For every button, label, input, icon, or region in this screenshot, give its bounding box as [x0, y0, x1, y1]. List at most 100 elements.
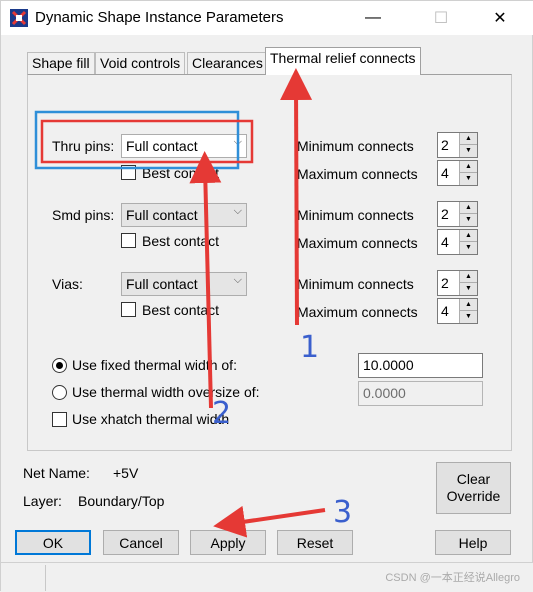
vias-best-contact-label: Best contact: [142, 302, 220, 318]
spin-down-icon[interactable]: ▼: [460, 283, 477, 295]
app-icon: [10, 9, 28, 27]
tab-label: Thermal relief connects: [270, 50, 416, 66]
spinner-buttons: ▲ ▼: [459, 161, 477, 185]
apply-label: Apply: [210, 534, 246, 551]
vias-best-contact-checkbox[interactable]: [121, 302, 136, 317]
tab-shape-fill[interactable]: Shape fill: [27, 52, 95, 74]
chevron-down-icon: ⌵: [233, 205, 242, 217]
thru-best-contact-checkbox[interactable]: [121, 165, 136, 180]
layer-label: Layer:: [23, 493, 62, 509]
vias-label: Vias:: [52, 276, 83, 292]
annotation-number-2: 2: [212, 396, 232, 431]
close-icon: ✕: [493, 10, 507, 27]
vias-max-spinner[interactable]: 4 ▲ ▼: [437, 298, 478, 324]
clear-override-label-1: Clear: [456, 471, 491, 487]
window-title: Dynamic Shape Instance Parameters: [35, 9, 284, 26]
spinner-value: 4: [441, 234, 449, 250]
tab-label: Shape fill: [32, 55, 90, 71]
oversize-width-label: Use thermal width oversize of:: [72, 384, 260, 400]
thru-pins-value: Full contact: [126, 138, 198, 154]
xhatch-width-label: Use xhatch thermal width: [72, 411, 230, 427]
spin-up-icon[interactable]: ▲: [460, 202, 477, 214]
spinner-buttons: ▲ ▼: [459, 271, 477, 295]
smd-pins-select[interactable]: Full contact ⌵: [121, 203, 247, 227]
tab-label: Clearances: [192, 55, 263, 71]
thru-min-spinner[interactable]: 2 ▲ ▼: [437, 132, 478, 158]
spin-up-icon[interactable]: ▲: [460, 161, 477, 173]
xhatch-width-checkbox[interactable]: [52, 412, 67, 427]
vias-max-label: Maximum connects: [297, 304, 418, 320]
spin-down-icon[interactable]: ▼: [460, 242, 477, 254]
annotation-number-1: 1: [300, 330, 320, 365]
net-name-value: +5V: [113, 465, 139, 481]
spin-up-icon[interactable]: ▲: [460, 271, 477, 283]
net-name-label: Net Name:: [23, 465, 90, 481]
thru-max-spinner[interactable]: 4 ▲ ▼: [437, 160, 478, 186]
vias-min-spinner[interactable]: 2 ▲ ▼: [437, 270, 478, 296]
help-button[interactable]: Help: [435, 530, 511, 555]
vias-min-label: Minimum connects: [297, 276, 414, 292]
spin-up-icon[interactable]: ▲: [460, 299, 477, 311]
close-button[interactable]: ✕: [477, 1, 523, 35]
tab-clearances[interactable]: Clearances: [187, 52, 268, 74]
fixed-width-label: Use fixed thermal width of:: [72, 357, 237, 373]
cancel-button[interactable]: Cancel: [103, 530, 179, 555]
ok-button[interactable]: OK: [15, 530, 91, 555]
minimize-button[interactable]: —: [350, 1, 396, 35]
tab-thermal-relief-connects[interactable]: Thermal relief connects: [265, 47, 421, 75]
clear-override-button[interactable]: Clear Override: [436, 462, 511, 514]
fixed-width-radio[interactable]: [52, 358, 67, 373]
smd-min-spinner[interactable]: 2 ▲ ▼: [437, 201, 478, 227]
spin-down-icon[interactable]: ▼: [460, 311, 477, 323]
spin-down-icon[interactable]: ▼: [460, 145, 477, 157]
oversize-width-radio[interactable]: [52, 385, 67, 400]
clear-override-label-2: Override: [446, 488, 501, 504]
thru-pins-label: Thru pins:: [52, 138, 115, 154]
spinner-value: 2: [441, 206, 449, 222]
thru-best-contact-label: Best contact: [142, 165, 220, 181]
chevron-down-icon: ⌵: [233, 136, 242, 148]
tab-void-controls[interactable]: Void controls: [95, 52, 186, 74]
spin-up-icon[interactable]: ▲: [460, 133, 477, 145]
spin-up-icon[interactable]: ▲: [460, 230, 477, 242]
thru-pins-select[interactable]: Full contact ⌵: [121, 134, 247, 158]
tab-label: Void controls: [100, 55, 181, 71]
annotation-number-3: 3: [333, 495, 353, 530]
smd-min-label: Minimum connects: [297, 207, 414, 223]
apply-button[interactable]: Apply: [190, 530, 266, 555]
title-bar: Dynamic Shape Instance Parameters — ☐ ✕: [1, 1, 533, 35]
status-divider: [45, 565, 46, 591]
smd-best-contact-label: Best contact: [142, 233, 220, 249]
smd-max-label: Maximum connects: [297, 235, 418, 251]
fixed-width-input[interactable]: 10.0000: [358, 353, 483, 378]
layer-value: Boundary/Top: [78, 493, 165, 509]
spinner-buttons: ▲ ▼: [459, 202, 477, 226]
smd-pins-value: Full contact: [126, 207, 198, 223]
smd-best-contact-checkbox[interactable]: [121, 233, 136, 248]
spinner-value: 4: [441, 165, 449, 181]
reset-button[interactable]: Reset: [277, 530, 353, 555]
smd-pins-label: Smd pins:: [52, 207, 115, 223]
chevron-down-icon: ⌵: [233, 274, 242, 286]
help-label: Help: [458, 534, 488, 551]
vias-select[interactable]: Full contact ⌵: [121, 272, 247, 296]
thru-min-label: Minimum connects: [297, 138, 414, 154]
thru-max-label: Maximum connects: [297, 166, 418, 182]
spinner-buttons: ▲ ▼: [459, 133, 477, 157]
fixed-width-value: 10.0000: [363, 357, 414, 373]
spin-down-icon[interactable]: ▼: [460, 173, 477, 185]
spinner-value: 4: [441, 303, 449, 319]
oversize-width-value: 0.0000: [363, 385, 406, 401]
vias-value: Full contact: [126, 276, 198, 292]
spin-down-icon[interactable]: ▼: [460, 214, 477, 226]
watermark-text: CSDN @一本正经说Allegro: [385, 572, 520, 584]
ok-label: OK: [42, 534, 64, 551]
spinner-value: 2: [441, 275, 449, 291]
maximize-button[interactable]: ☐: [418, 1, 464, 35]
maximize-icon: ☐: [433, 10, 449, 27]
smd-max-spinner[interactable]: 4 ▲ ▼: [437, 229, 478, 255]
oversize-width-input[interactable]: 0.0000: [358, 381, 483, 406]
spinner-buttons: ▲ ▼: [459, 299, 477, 323]
dialog-window: Dynamic Shape Instance Parameters — ☐ ✕ …: [0, 0, 533, 592]
spinner-buttons: ▲ ▼: [459, 230, 477, 254]
